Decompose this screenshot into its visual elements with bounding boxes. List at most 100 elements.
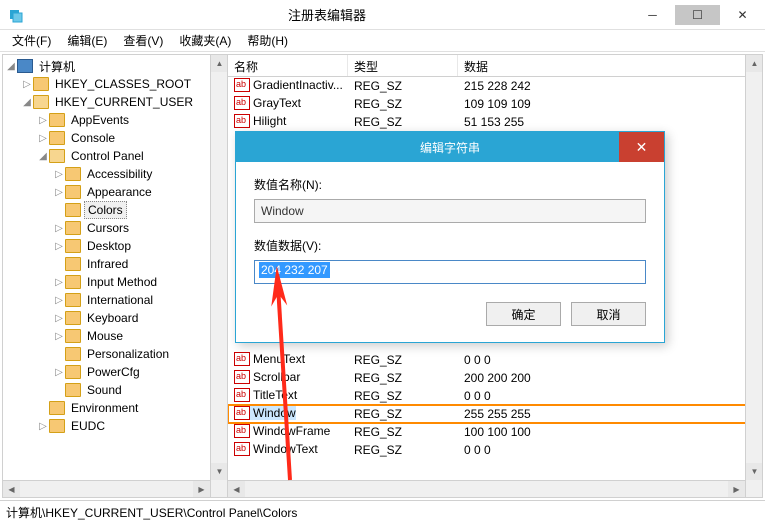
- tree-item[interactable]: ▷Input Method: [3, 273, 227, 291]
- computer-icon: [17, 59, 33, 73]
- col-name[interactable]: 名称: [228, 55, 348, 76]
- tree-item[interactable]: Sound: [3, 381, 227, 399]
- collapse-icon[interactable]: ◢: [37, 151, 49, 162]
- folder-icon: [49, 419, 65, 433]
- menu-favorites[interactable]: 收藏夹(A): [173, 30, 237, 51]
- expand-icon[interactable]: ▷: [53, 223, 65, 234]
- folder-icon: [65, 347, 81, 361]
- expand-icon[interactable]: ▷: [53, 187, 65, 198]
- scroll-up-icon[interactable]: ▲: [211, 55, 228, 72]
- ok-button[interactable]: 确定: [486, 302, 561, 326]
- list-header: 名称 类型 数据: [228, 55, 762, 77]
- list-row[interactable]: WindowFrameREG_SZ100 100 100: [228, 423, 762, 441]
- list-vscrollbar[interactable]: ▲▼: [745, 55, 762, 497]
- expand-icon[interactable]: ▷: [37, 421, 49, 432]
- expand-icon[interactable]: ▷: [53, 277, 65, 288]
- minimize-button[interactable]: ─: [630, 5, 675, 25]
- list-row[interactable]: GradientInactiv...REG_SZ215 228 242: [228, 77, 762, 95]
- string-value-icon: [234, 442, 250, 456]
- statusbar: 计算机\HKEY_CURRENT_USER\Control Panel\Colo…: [0, 500, 765, 522]
- tree-item[interactable]: ▷EUDC: [3, 417, 227, 435]
- cancel-button[interactable]: 取消: [571, 302, 646, 326]
- value-name-input[interactable]: [254, 199, 646, 223]
- col-type[interactable]: 类型: [348, 55, 458, 76]
- list-row[interactable]: ScrollbarREG_SZ200 200 200: [228, 369, 762, 387]
- maximize-button[interactable]: ☐: [675, 5, 720, 25]
- expand-icon[interactable]: ▷: [53, 313, 65, 324]
- folder-icon: [65, 329, 81, 343]
- tree-item[interactable]: ▷Accessibility: [3, 165, 227, 183]
- list-row[interactable]: WindowREG_SZ255 255 255: [228, 405, 762, 423]
- tree-item[interactable]: ▷Keyboard: [3, 309, 227, 327]
- tree-item[interactable]: ▷Mouse: [3, 327, 227, 345]
- tree-item[interactable]: Infrared: [3, 255, 227, 273]
- scroll-right-icon[interactable]: ▶: [193, 481, 210, 497]
- tree-item[interactable]: Environment: [3, 399, 227, 417]
- col-data[interactable]: 数据: [458, 55, 762, 76]
- folder-icon: [65, 239, 81, 253]
- list-hscrollbar[interactable]: ◀▶: [228, 480, 745, 497]
- dialog-titlebar[interactable]: 编辑字符串 ✕: [236, 132, 664, 162]
- string-value-icon: [234, 78, 250, 92]
- collapse-icon[interactable]: ◢: [21, 97, 33, 108]
- collapse-icon[interactable]: ◢: [5, 61, 17, 72]
- tree-control-panel[interactable]: ◢Control Panel: [3, 147, 227, 165]
- list-row[interactable]: GrayTextREG_SZ109 109 109: [228, 95, 762, 113]
- tree-hkcr[interactable]: ▷HKEY_CLASSES_ROOT: [3, 75, 227, 93]
- folder-icon: [65, 383, 81, 397]
- tree-item[interactable]: ▷Cursors: [3, 219, 227, 237]
- tree-hkcu[interactable]: ◢HKEY_CURRENT_USER: [3, 93, 227, 111]
- folder-icon: [65, 185, 81, 199]
- list-row[interactable]: WindowTextREG_SZ0 0 0: [228, 441, 762, 459]
- app-icon: [8, 7, 24, 23]
- expand-icon[interactable]: ▷: [53, 241, 65, 252]
- menu-edit[interactable]: 编辑(E): [61, 30, 113, 51]
- expand-icon[interactable]: ▷: [53, 169, 65, 180]
- expand-icon[interactable]: ▷: [53, 367, 65, 378]
- scroll-down-icon[interactable]: ▼: [211, 463, 228, 480]
- tree-item[interactable]: Personalization: [3, 345, 227, 363]
- tree-item[interactable]: ▷AppEvents: [3, 111, 227, 129]
- window-title: 注册表编辑器: [24, 5, 630, 24]
- titlebar: 注册表编辑器 ─ ☐ ✕: [0, 0, 765, 30]
- tree-item[interactable]: ▷PowerCfg: [3, 363, 227, 381]
- list-row[interactable]: TitleTextREG_SZ0 0 0: [228, 387, 762, 405]
- scroll-left-icon[interactable]: ◀: [3, 481, 20, 497]
- string-value-icon: [234, 352, 250, 366]
- string-value-icon: [234, 96, 250, 110]
- folder-icon: [49, 131, 65, 145]
- dialog-close-button[interactable]: ✕: [619, 132, 664, 162]
- tree-colors-selected[interactable]: Colors: [3, 201, 227, 219]
- expand-icon[interactable]: ▷: [37, 115, 49, 126]
- value-name-label: 数值名称(N):: [254, 176, 646, 193]
- folder-icon: [49, 401, 65, 415]
- folder-icon: [65, 257, 81, 271]
- expand-icon[interactable]: ▷: [21, 79, 33, 90]
- menu-view[interactable]: 查看(V): [117, 30, 169, 51]
- expand-icon[interactable]: ▷: [53, 295, 65, 306]
- tree-item[interactable]: ▷Desktop: [3, 237, 227, 255]
- folder-open-icon: [49, 149, 65, 163]
- list-row[interactable]: HilightREG_SZ51 153 255: [228, 113, 762, 131]
- menu-help[interactable]: 帮助(H): [241, 30, 294, 51]
- menu-file[interactable]: 文件(F): [6, 30, 57, 51]
- folder-open-icon: [33, 95, 49, 109]
- scroll-down-icon[interactable]: ▼: [746, 463, 762, 480]
- close-window-button[interactable]: ✕: [720, 5, 765, 25]
- expand-icon[interactable]: ▷: [37, 133, 49, 144]
- tree-root[interactable]: ◢计算机: [3, 57, 227, 75]
- scroll-left-icon[interactable]: ◀: [228, 481, 245, 497]
- value-data-input[interactable]: 204 232 207: [254, 260, 646, 284]
- list-row[interactable]: MenuTextREG_SZ0 0 0: [228, 351, 762, 369]
- tree-item[interactable]: ▷Appearance: [3, 183, 227, 201]
- string-value-icon: [234, 114, 250, 128]
- tree-vscrollbar[interactable]: ▲▼: [210, 55, 227, 497]
- value-data-label: 数值数据(V):: [254, 237, 646, 254]
- folder-icon: [65, 167, 81, 181]
- tree-hscrollbar[interactable]: ◀▶: [3, 480, 210, 497]
- tree-item[interactable]: ▷International: [3, 291, 227, 309]
- scroll-up-icon[interactable]: ▲: [746, 55, 762, 72]
- tree-item[interactable]: ▷Console: [3, 129, 227, 147]
- expand-icon[interactable]: ▷: [53, 331, 65, 342]
- scroll-right-icon[interactable]: ▶: [728, 481, 745, 497]
